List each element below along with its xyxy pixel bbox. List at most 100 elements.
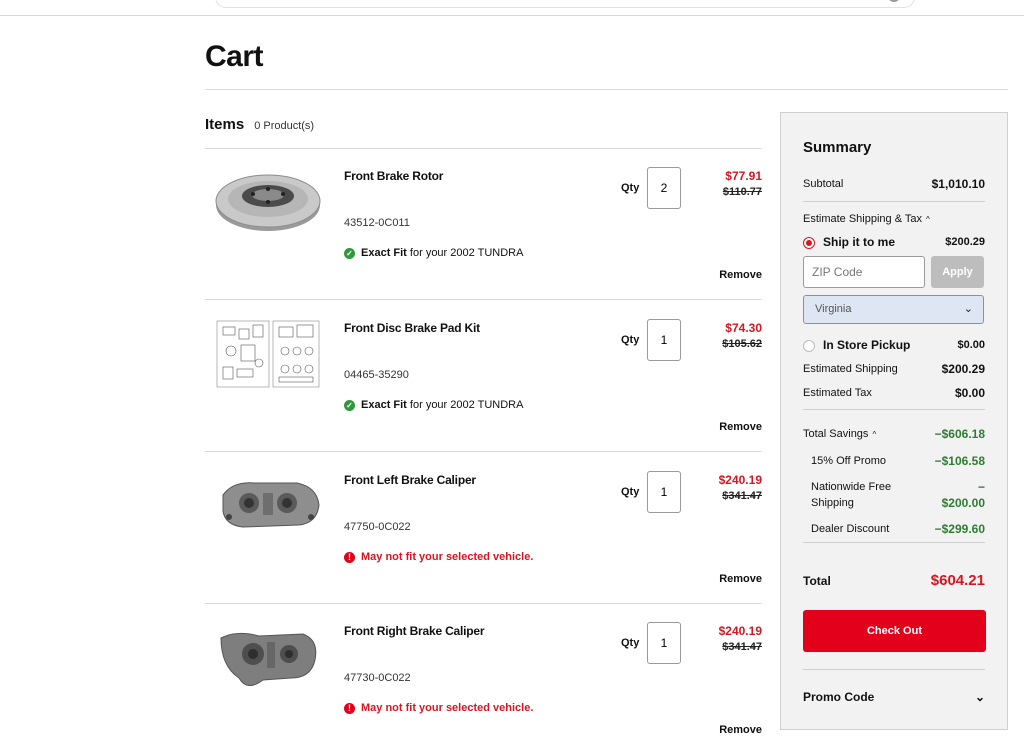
brake-rotor-image (215, 174, 321, 231)
cart-item: Front Disc Brake Pad Kit 04465-35290 ✓ E… (205, 301, 762, 452)
chevron-down-icon: ⌄ (963, 303, 973, 315)
item-original-price: $105.62 (722, 338, 762, 350)
total-label: Total (803, 573, 831, 588)
items-heading: Items (205, 116, 245, 133)
fit-vehicle: for your 2002 TUNDRA (409, 399, 524, 411)
remove-button[interactable]: Remove (719, 269, 762, 281)
state-select[interactable]: Virginia ⌄ (803, 295, 984, 324)
chevron-up-icon: ^ (926, 214, 930, 224)
free-shipping-dash: − (977, 480, 985, 494)
quantity-input[interactable] (647, 622, 681, 664)
cart-item: Front Brake Rotor 43512-0C011 ✓ Exact Fi… (205, 149, 762, 300)
quantity-input[interactable] (647, 471, 681, 513)
dealer-discount-row: Dealer Discount −$299.60 (811, 522, 985, 536)
subtotal-row: Subtotal $1,010.10 (803, 177, 985, 191)
order-summary-panel: Summary Subtotal $1,010.10 Estimate Ship… (780, 112, 1008, 730)
qty-label: Qty (621, 637, 640, 649)
subtotal-label: Subtotal (803, 178, 844, 190)
page-title: Cart (205, 40, 264, 73)
check-circle-icon: ✓ (344, 247, 355, 259)
search-bar[interactable] (215, 0, 915, 8)
brake-caliper-image (222, 482, 320, 528)
chevron-up-icon: ^ (872, 430, 877, 439)
promo15-value: −$106.58 (934, 454, 985, 468)
pickup-label: In Store Pickup (823, 338, 911, 352)
fit-vehicle: for your 2002 TUNDRA (409, 247, 524, 259)
free-shipping-row: Nationwide Free Shipping − $200.00 (811, 479, 985, 511)
item-price: $240.19 (718, 473, 762, 487)
divider (803, 201, 985, 202)
check-circle-icon: ✓ (344, 399, 355, 411)
summary-title: Summary (803, 139, 872, 156)
estimate-shipping-toggle[interactable]: Estimate Shipping & Tax ^ (803, 213, 985, 225)
dealer-discount-label: Dealer Discount (811, 523, 890, 535)
estimated-tax-value: $0.00 (954, 386, 985, 400)
total-value: $604.21 (930, 572, 985, 589)
item-price: $74.30 (725, 321, 762, 335)
item-original-price: $341.47 (722, 490, 762, 502)
pickup-option-row[interactable]: In Store Pickup $0.00 (803, 338, 985, 353)
qty-label: Qty (621, 334, 640, 346)
total-row: Total $604.21 (803, 572, 985, 589)
total-savings-row[interactable]: Total Savings ^ −$606.18 (803, 427, 985, 441)
qty-label: Qty (621, 486, 640, 498)
pickup-value: $0.00 (957, 339, 985, 352)
remove-button[interactable]: Remove (719, 724, 762, 736)
remove-button[interactable]: Remove (719, 421, 762, 433)
exact-fit-label: Exact Fit (361, 247, 407, 259)
ship-value: $200.29 (945, 236, 985, 249)
pickup-radio[interactable] (803, 340, 815, 353)
items-count: 0 Product(s) (254, 120, 315, 132)
subtotal-value: $1,010.10 (931, 177, 985, 191)
zip-code-input[interactable] (803, 256, 925, 288)
estimated-tax-label: Estimated Tax (803, 387, 872, 399)
divider (803, 542, 985, 543)
apply-button[interactable]: Apply (931, 256, 984, 288)
estimate-shipping-label: Estimate Shipping & Tax (803, 213, 923, 225)
item-part-number: 04465-35290 (344, 369, 409, 381)
fit-warning: ! May not fit your selected vehicle. (344, 551, 533, 563)
items-header: Items 0 Product(s) (205, 116, 314, 133)
item-price: $240.19 (718, 624, 762, 638)
fit-warning-text: May not fit your selected vehicle. (361, 702, 534, 714)
ship-radio[interactable] (803, 237, 815, 250)
fit-status: ✓ Exact Fit for your 2002 TUNDRA (344, 399, 523, 411)
title-divider (205, 89, 1008, 90)
item-name[interactable]: Front Disc Brake Pad Kit (344, 321, 480, 335)
promo-code-toggle[interactable]: Promo Code ⌄ (803, 690, 985, 704)
brake-pad-diagram-image (216, 320, 320, 388)
promo15-label: 15% Off Promo (811, 455, 886, 467)
quantity-input[interactable] (647, 319, 681, 361)
free-shipping-label-line2: Shipping (811, 497, 854, 509)
remove-button[interactable]: Remove (719, 573, 762, 585)
item-name[interactable]: Front Brake Rotor (344, 169, 443, 183)
estimated-shipping-value: $200.29 (941, 362, 985, 376)
estimated-shipping-row: Estimated Shipping $200.29 (803, 362, 985, 376)
qty-label: Qty (621, 182, 640, 194)
checkout-button[interactable]: Check Out (803, 610, 986, 652)
item-part-number: 47730-0C022 (344, 672, 411, 684)
fit-warning: ! May not fit your selected vehicle. (344, 702, 533, 714)
item-original-price: $110.77 (722, 186, 762, 198)
cart-item: Front Right Brake Caliper 47730-0C022 ! … (205, 604, 762, 755)
cart-item: Front Left Brake Caliper 47750-0C022 ! M… (205, 453, 762, 604)
dealer-discount-value: −$299.60 (934, 522, 985, 536)
state-value: Virginia (815, 303, 852, 315)
item-name[interactable]: Front Left Brake Caliper (344, 473, 476, 487)
total-savings-value: −$606.18 (934, 427, 985, 441)
alert-circle-icon: ! (344, 551, 355, 563)
quantity-input[interactable] (647, 167, 681, 209)
divider (803, 669, 985, 670)
item-price: $77.91 (725, 169, 762, 183)
total-savings-label: Total Savings (803, 428, 869, 440)
free-shipping-value: $200.00 (941, 496, 985, 510)
promo-code-label: Promo Code (803, 690, 875, 704)
chevron-down-icon: ⌄ (974, 690, 985, 704)
item-name[interactable]: Front Right Brake Caliper (344, 624, 485, 638)
alert-circle-icon: ! (344, 702, 355, 714)
estimated-shipping-label: Estimated Shipping (803, 363, 898, 375)
free-shipping-label-line1: Nationwide Free (811, 481, 892, 493)
ship-label: Ship it to me (823, 235, 895, 249)
ship-option-row[interactable]: Ship it to me $200.29 (803, 235, 985, 250)
estimated-tax-row: Estimated Tax $0.00 (803, 386, 985, 400)
